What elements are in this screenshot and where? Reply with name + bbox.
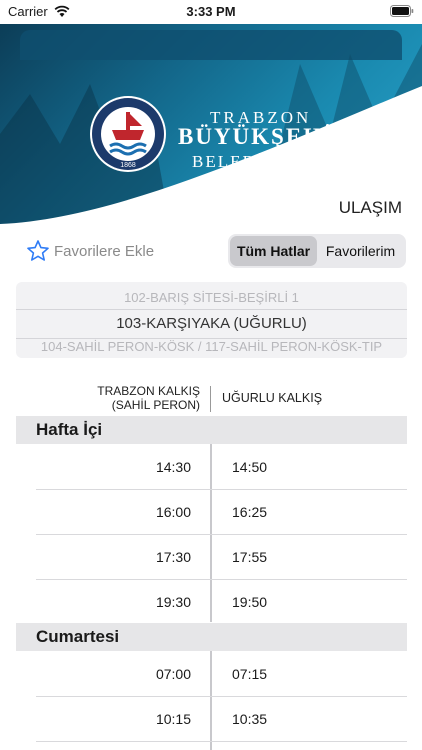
- departure-header-line1: TRABZON KALKIŞ: [97, 384, 200, 398]
- header-banner: 1868 TRABZON BÜYÜKŞEHİR BELEDİYESİ: [0, 24, 422, 224]
- segment-favorites[interactable]: Favorilerim: [317, 236, 404, 266]
- departure-column-header: TRABZON KALKIŞ (SAHİL PERON): [60, 384, 200, 412]
- table-row: 07:00 07:15: [36, 652, 407, 697]
- route-option-next[interactable]: 104-SAHİL PERON-KÖSK / 117-SAHİL PERON-K…: [16, 339, 407, 354]
- table-row: 10:15 10:35: [36, 697, 407, 742]
- route-option-selected[interactable]: 103-KARŞIYAKA (UĞURLU): [16, 309, 407, 339]
- return-time: 16:25: [232, 504, 268, 520]
- add-favorite-button[interactable]: Favorilere Ekle: [26, 238, 154, 264]
- table-row: 17:30 17:55: [36, 535, 407, 580]
- table-row: 16:00 16:25: [36, 490, 407, 535]
- brand-line-2: BÜYÜKŞEHİR: [178, 124, 353, 149]
- departure-time: 14:30: [155, 459, 191, 475]
- status-bar: Carrier 3:33 PM: [0, 0, 422, 24]
- departure-time: 17:30: [155, 549, 191, 565]
- table-row: 19:30 19:50: [36, 580, 407, 624]
- header-divider: [210, 386, 211, 412]
- status-time: 3:33 PM: [186, 4, 236, 19]
- municipality-logo: 1868: [90, 96, 166, 172]
- star-icon: [27, 240, 49, 261]
- route-option-previous[interactable]: 102-BARIŞ SİTESİ-BEŞİRLİ 1: [16, 290, 407, 305]
- table-row: 14:30 14:50: [36, 445, 407, 490]
- battery-icon: [390, 5, 414, 17]
- add-favorite-label: Favorilere Ekle: [54, 242, 155, 260]
- departure-header-line2: (SAHİL PERON): [111, 398, 200, 412]
- group-header-weekday: Hafta İçi: [16, 416, 407, 444]
- return-time: 14:50: [232, 459, 268, 475]
- departure-time: 19:30: [155, 594, 191, 610]
- route-picker[interactable]: 102-BARIŞ SİTESİ-BEŞİRLİ 1 103-KARŞIYAKA…: [16, 282, 407, 358]
- group-header-saturday: Cumartesi: [16, 623, 407, 651]
- return-column-header: UĞURLU KALKIŞ: [222, 391, 323, 405]
- logo-year: 1868: [120, 162, 136, 169]
- segment-all-lines[interactable]: Tüm Hatlar: [230, 236, 317, 266]
- return-time: 19:50: [232, 594, 268, 610]
- departure-time: 10:15: [155, 711, 191, 727]
- return-time: 07:15: [232, 666, 268, 682]
- page-title: ULAŞIM: [338, 198, 402, 217]
- return-time: 10:35: [232, 711, 268, 727]
- departure-time: 16:00: [155, 504, 191, 520]
- line-filter-segment: Tüm Hatlar Favorilerim: [228, 234, 406, 268]
- return-time: 17:55: [232, 549, 268, 565]
- departure-time: 07:00: [155, 666, 191, 682]
- brand-line-3: BELEDİYESİ: [192, 152, 311, 171]
